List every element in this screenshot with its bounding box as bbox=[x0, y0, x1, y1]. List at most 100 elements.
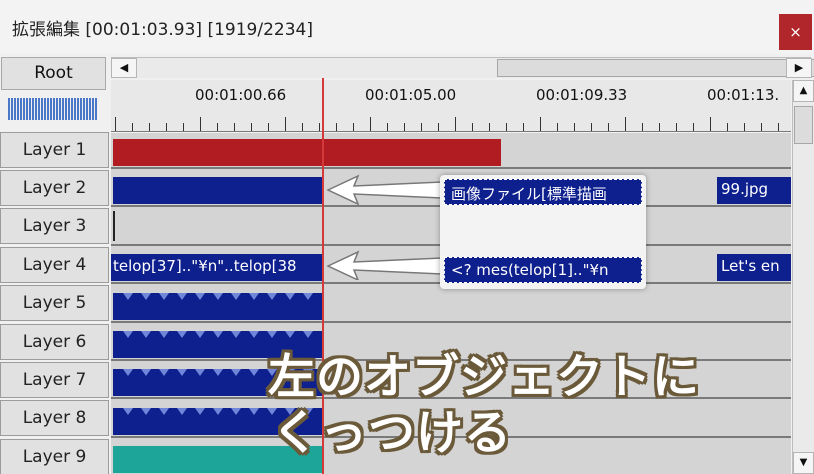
caption-line-2: くっつける bbox=[272, 406, 512, 461]
zoom-bar bbox=[38, 98, 40, 120]
keyframe-marker-icon bbox=[231, 408, 241, 415]
extended-edit-window: 拡張編集 [00:01:03.93] [1919/2234] × Root ◀ … bbox=[0, 0, 814, 474]
zoom-bar bbox=[59, 98, 61, 120]
layer3-marker bbox=[113, 211, 115, 241]
ruler-tick bbox=[421, 123, 422, 131]
ruler-tick bbox=[438, 123, 439, 131]
scroll-right-icon[interactable]: ▶ bbox=[786, 58, 812, 78]
ruler-tick bbox=[370, 117, 371, 131]
close-button[interactable]: × bbox=[779, 14, 812, 50]
ruler-tick bbox=[472, 123, 473, 131]
track-divider bbox=[111, 321, 791, 323]
ruler-tick bbox=[251, 123, 252, 131]
keyframe-marker-icon bbox=[123, 369, 133, 376]
keyframe-marker-icon bbox=[249, 331, 259, 338]
zoom-bar bbox=[20, 98, 22, 120]
layer-header-6[interactable]: Layer 6 bbox=[0, 324, 109, 360]
zoom-bar bbox=[44, 98, 46, 120]
ruler-tick bbox=[489, 123, 490, 131]
zoom-bar bbox=[41, 98, 43, 120]
overlay-image-clip[interactable]: 画像ファイル[標準描画 bbox=[444, 179, 642, 205]
keyframe-marker-icon bbox=[141, 369, 151, 376]
ruler-tick bbox=[540, 117, 541, 131]
clip-layer4-left[interactable]: telop[37].."¥n"..telop[38 bbox=[111, 254, 322, 281]
root-button[interactable]: Root bbox=[1, 57, 106, 90]
layer-header-4[interactable]: Layer 4 bbox=[0, 247, 109, 283]
keyframe-marker-icon bbox=[195, 408, 205, 415]
zoom-gauge[interactable] bbox=[8, 98, 100, 120]
keyframe-marker-icon bbox=[159, 331, 169, 338]
title-bar: 拡張編集 [00:01:03.93] [1919/2234] × bbox=[0, 0, 814, 54]
overlay-text-clip[interactable]: <? mes(telop[1].."¥n bbox=[444, 257, 642, 283]
zoom-bar bbox=[62, 98, 64, 120]
clip-layer4-right[interactable]: Let's en bbox=[717, 254, 791, 281]
time-ruler[interactable]: 00:01:00.66 00:01:05.00 00:01:09.33 00:0… bbox=[111, 80, 791, 132]
keyframe-marker-icon bbox=[177, 408, 187, 415]
ruler-tick bbox=[574, 123, 575, 131]
horizontal-scrollbar[interactable]: ◀ ▶ bbox=[111, 57, 814, 78]
ruler-tick bbox=[727, 123, 728, 131]
zoom-bar bbox=[68, 98, 70, 120]
keyframe-marker-icon bbox=[123, 331, 133, 338]
zoom-bar bbox=[35, 98, 37, 120]
scroll-up-icon[interactable]: ▲ bbox=[793, 80, 814, 102]
ruler-tick bbox=[387, 123, 388, 131]
zoom-bar bbox=[77, 98, 79, 120]
ruler-tick bbox=[268, 123, 269, 131]
zoom-bar bbox=[80, 98, 82, 120]
ruler-tick bbox=[744, 123, 745, 131]
keyframe-marker-icon bbox=[159, 408, 169, 415]
layer-header-2[interactable]: Layer 2 bbox=[0, 170, 109, 206]
zoom-bar bbox=[74, 98, 76, 120]
layer-header-8[interactable]: Layer 8 bbox=[0, 400, 109, 436]
arrow-annotations bbox=[326, 174, 443, 280]
keyframe-marker-icon bbox=[141, 331, 151, 338]
clip-layer5[interactable] bbox=[113, 293, 322, 320]
ruler-tick bbox=[132, 123, 133, 131]
ruler-tick bbox=[608, 123, 609, 131]
zoom-bar bbox=[92, 98, 94, 120]
keyframe-marker-icon bbox=[141, 293, 151, 300]
track-divider bbox=[111, 167, 791, 169]
zoom-bar bbox=[29, 98, 31, 120]
scroll-left-icon[interactable]: ◀ bbox=[111, 58, 137, 78]
ruler-tick bbox=[455, 117, 456, 131]
keyframe-marker-icon bbox=[195, 331, 205, 338]
zoom-bar bbox=[53, 98, 55, 120]
keyframe-marker-icon bbox=[249, 408, 259, 415]
keyframe-marker-icon bbox=[285, 331, 295, 338]
clip-layer2-right[interactable]: 99.jpg bbox=[717, 177, 791, 204]
ruler-tick bbox=[591, 123, 592, 131]
zoom-bar bbox=[83, 98, 85, 120]
layer-header-5[interactable]: Layer 5 bbox=[0, 285, 109, 321]
layer-header-1[interactable]: Layer 1 bbox=[0, 132, 109, 168]
ruler-tick bbox=[761, 123, 762, 131]
vertical-scroll-thumb[interactable] bbox=[794, 106, 813, 144]
keyframe-marker-icon bbox=[303, 331, 313, 338]
vertical-scrollbar[interactable]: ▲ ▼ bbox=[792, 80, 814, 474]
zoom-bar bbox=[32, 98, 34, 120]
zoom-bar bbox=[8, 98, 10, 120]
keyframe-marker-icon bbox=[249, 369, 259, 376]
ruler-label: 00:01:00.66 bbox=[195, 86, 287, 104]
zoom-bar bbox=[47, 98, 49, 120]
ruler-tick bbox=[200, 117, 201, 131]
ruler-tick bbox=[523, 123, 524, 131]
ruler-tick bbox=[285, 117, 286, 131]
layer-header-9[interactable]: Layer 9 bbox=[0, 439, 109, 474]
ruler-tick bbox=[404, 123, 405, 131]
keyframe-marker-icon bbox=[231, 293, 241, 300]
layer-header-3[interactable]: Layer 3 bbox=[0, 208, 109, 244]
layer-header-7[interactable]: Layer 7 bbox=[0, 362, 109, 398]
keyframe-marker-icon bbox=[123, 293, 133, 300]
ruler-label: 00:01:09.33 bbox=[536, 86, 628, 104]
clip-layer1-red[interactable] bbox=[113, 139, 501, 166]
scroll-down-icon[interactable]: ▼ bbox=[793, 452, 814, 474]
ruler-tick bbox=[693, 123, 694, 131]
zoom-bar bbox=[95, 98, 97, 120]
keyframe-marker-icon bbox=[159, 293, 169, 300]
clip-layer2-left[interactable] bbox=[113, 177, 322, 204]
ruler-tick bbox=[778, 123, 779, 131]
keyframe-marker-icon bbox=[159, 369, 169, 376]
horizontal-scroll-thumb[interactable] bbox=[497, 59, 814, 77]
